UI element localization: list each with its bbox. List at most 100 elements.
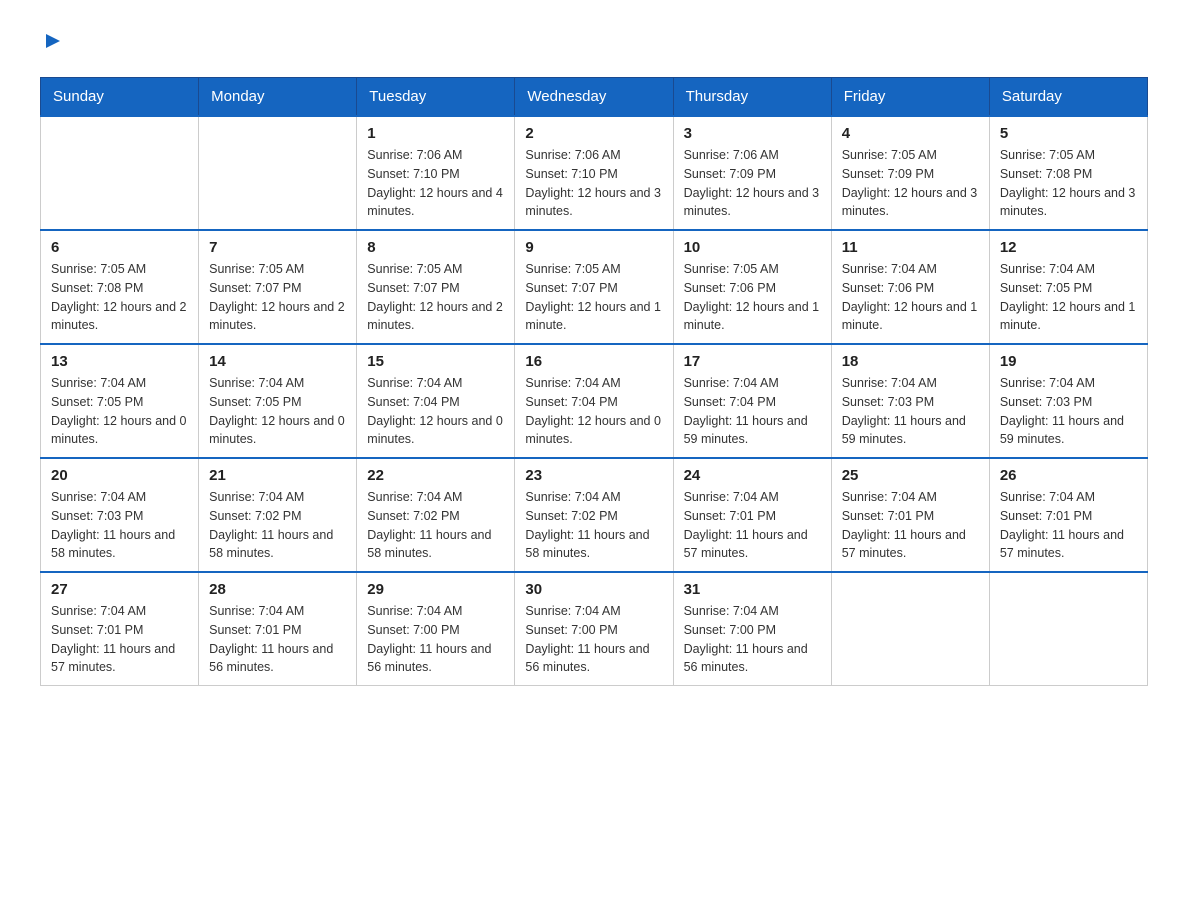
week-row-5: 27 Sunrise: 7:04 AMSunset: 7:01 PMDayligh… xyxy=(41,572,1148,686)
day-cell: 19 Sunrise: 7:04 AMSunset: 7:03 PMDayligh… xyxy=(989,344,1147,458)
day-cell: 26 Sunrise: 7:04 AMSunset: 7:01 PMDayligh… xyxy=(989,458,1147,572)
day-number: 23 xyxy=(525,467,662,484)
day-detail: Sunrise: 7:04 AMSunset: 7:04 PMDaylight:… xyxy=(684,374,821,449)
day-number: 26 xyxy=(1000,467,1137,484)
day-detail: Sunrise: 7:04 AMSunset: 7:06 PMDaylight:… xyxy=(842,260,979,335)
day-cell: 2 Sunrise: 7:06 AMSunset: 7:10 PMDaylight… xyxy=(515,116,673,230)
day-cell: 20 Sunrise: 7:04 AMSunset: 7:03 PMDayligh… xyxy=(41,458,199,572)
header-sunday: Sunday xyxy=(41,78,199,117)
calendar-table: SundayMondayTuesdayWednesdayThursdayFrid… xyxy=(40,77,1148,686)
day-number: 9 xyxy=(525,239,662,256)
day-cell: 5 Sunrise: 7:05 AMSunset: 7:08 PMDaylight… xyxy=(989,116,1147,230)
day-number: 13 xyxy=(51,353,188,370)
day-detail: Sunrise: 7:04 AMSunset: 7:05 PMDaylight:… xyxy=(209,374,346,449)
day-number: 8 xyxy=(367,239,504,256)
day-number: 12 xyxy=(1000,239,1137,256)
day-detail: Sunrise: 7:04 AMSunset: 7:00 PMDaylight:… xyxy=(525,602,662,677)
day-cell: 16Sunrise: 7:04 AMSunset: 7:04 PMDayligh… xyxy=(515,344,673,458)
day-detail: Sunrise: 7:04 AMSunset: 7:01 PMDaylight:… xyxy=(1000,488,1137,563)
week-row-2: 6 Sunrise: 7:05 AMSunset: 7:08 PMDaylight… xyxy=(41,230,1148,344)
day-cell xyxy=(199,116,357,230)
day-detail: Sunrise: 7:04 AMSunset: 7:05 PMDaylight:… xyxy=(51,374,188,449)
day-cell: 29 Sunrise: 7:04 AMSunset: 7:00 PMDayligh… xyxy=(357,572,515,686)
logo xyxy=(40,30,64,57)
day-detail: Sunrise: 7:04 AMSunset: 7:01 PMDaylight:… xyxy=(51,602,188,677)
day-cell: 25 Sunrise: 7:04 AMSunset: 7:01 PMDayligh… xyxy=(831,458,989,572)
day-detail: Sunrise: 7:05 AMSunset: 7:08 PMDaylight:… xyxy=(1000,146,1137,221)
day-detail: Sunrise: 7:06 AMSunset: 7:10 PMDaylight:… xyxy=(525,146,662,221)
day-number: 3 xyxy=(684,125,821,142)
week-row-3: 13 Sunrise: 7:04 AMSunset: 7:05 PMDayligh… xyxy=(41,344,1148,458)
day-number: 6 xyxy=(51,239,188,256)
day-cell xyxy=(989,572,1147,686)
day-detail: Sunrise: 7:05 AMSunset: 7:09 PMDaylight:… xyxy=(842,146,979,221)
day-detail: Sunrise: 7:04 AMSunset: 7:04 PMDaylight:… xyxy=(525,374,662,449)
header-saturday: Saturday xyxy=(989,78,1147,117)
day-number: 2 xyxy=(525,125,662,142)
header-wednesday: Wednesday xyxy=(515,78,673,117)
day-cell: 4 Sunrise: 7:05 AMSunset: 7:09 PMDaylight… xyxy=(831,116,989,230)
day-cell: 14Sunrise: 7:04 AMSunset: 7:05 PMDayligh… xyxy=(199,344,357,458)
day-number: 21 xyxy=(209,467,346,484)
calendar-header-row: SundayMondayTuesdayWednesdayThursdayFrid… xyxy=(41,78,1148,117)
header-monday: Monday xyxy=(199,78,357,117)
day-detail: Sunrise: 7:04 AMSunset: 7:05 PMDaylight:… xyxy=(1000,260,1137,335)
day-number: 27 xyxy=(51,581,188,598)
day-detail: Sunrise: 7:04 AMSunset: 7:02 PMDaylight:… xyxy=(209,488,346,563)
day-detail: Sunrise: 7:04 AMSunset: 7:01 PMDaylight:… xyxy=(842,488,979,563)
day-number: 31 xyxy=(684,581,821,598)
day-number: 29 xyxy=(367,581,504,598)
day-number: 7 xyxy=(209,239,346,256)
day-cell: 3 Sunrise: 7:06 AMSunset: 7:09 PMDaylight… xyxy=(673,116,831,230)
week-row-1: 1 Sunrise: 7:06 AMSunset: 7:10 PMDaylight… xyxy=(41,116,1148,230)
day-detail: Sunrise: 7:04 AMSunset: 7:02 PMDaylight:… xyxy=(525,488,662,563)
day-number: 20 xyxy=(51,467,188,484)
day-number: 11 xyxy=(842,239,979,256)
day-cell: 24 Sunrise: 7:04 AMSunset: 7:01 PMDayligh… xyxy=(673,458,831,572)
header-tuesday: Tuesday xyxy=(357,78,515,117)
day-cell: 23 Sunrise: 7:04 AMSunset: 7:02 PMDayligh… xyxy=(515,458,673,572)
day-detail: Sunrise: 7:04 AMSunset: 7:04 PMDaylight:… xyxy=(367,374,504,449)
day-detail: Sunrise: 7:04 AMSunset: 7:03 PMDaylight:… xyxy=(842,374,979,449)
day-detail: Sunrise: 7:05 AMSunset: 7:06 PMDaylight:… xyxy=(684,260,821,335)
day-detail: Sunrise: 7:05 AMSunset: 7:08 PMDaylight:… xyxy=(51,260,188,335)
day-cell: 28 Sunrise: 7:04 AMSunset: 7:01 PMDayligh… xyxy=(199,572,357,686)
day-number: 19 xyxy=(1000,353,1137,370)
day-detail: Sunrise: 7:04 AMSunset: 7:02 PMDaylight:… xyxy=(367,488,504,563)
header-friday: Friday xyxy=(831,78,989,117)
week-row-4: 20 Sunrise: 7:04 AMSunset: 7:03 PMDayligh… xyxy=(41,458,1148,572)
day-number: 17 xyxy=(684,353,821,370)
day-number: 22 xyxy=(367,467,504,484)
day-cell: 10Sunrise: 7:05 AMSunset: 7:06 PMDayligh… xyxy=(673,230,831,344)
day-number: 15 xyxy=(367,353,504,370)
day-cell: 8Sunrise: 7:05 AMSunset: 7:07 PMDaylight… xyxy=(357,230,515,344)
day-number: 30 xyxy=(525,581,662,598)
day-cell: 1Sunrise: 7:06 AMSunset: 7:10 PMDaylight… xyxy=(357,116,515,230)
day-number: 5 xyxy=(1000,125,1137,142)
day-detail: Sunrise: 7:04 AMSunset: 7:01 PMDaylight:… xyxy=(684,488,821,563)
day-number: 18 xyxy=(842,353,979,370)
day-number: 24 xyxy=(684,467,821,484)
header-thursday: Thursday xyxy=(673,78,831,117)
day-cell: 11 Sunrise: 7:04 AMSunset: 7:06 PMDayligh… xyxy=(831,230,989,344)
page-header xyxy=(40,30,1148,57)
day-number: 28 xyxy=(209,581,346,598)
day-cell: 27 Sunrise: 7:04 AMSunset: 7:01 PMDayligh… xyxy=(41,572,199,686)
day-number: 1 xyxy=(367,125,504,142)
day-cell: 30 Sunrise: 7:04 AMSunset: 7:00 PMDayligh… xyxy=(515,572,673,686)
day-number: 4 xyxy=(842,125,979,142)
day-detail: Sunrise: 7:04 AMSunset: 7:03 PMDaylight:… xyxy=(1000,374,1137,449)
day-detail: Sunrise: 7:05 AMSunset: 7:07 PMDaylight:… xyxy=(525,260,662,335)
logo-arrow-icon xyxy=(42,30,64,52)
day-detail: Sunrise: 7:04 AMSunset: 7:01 PMDaylight:… xyxy=(209,602,346,677)
day-cell: 17 Sunrise: 7:04 AMSunset: 7:04 PMDayligh… xyxy=(673,344,831,458)
day-detail: Sunrise: 7:06 AMSunset: 7:09 PMDaylight:… xyxy=(684,146,821,221)
day-detail: Sunrise: 7:04 AMSunset: 7:00 PMDaylight:… xyxy=(684,602,821,677)
day-detail: Sunrise: 7:04 AMSunset: 7:03 PMDaylight:… xyxy=(51,488,188,563)
day-cell: 15 Sunrise: 7:04 AMSunset: 7:04 PMDayligh… xyxy=(357,344,515,458)
day-cell: 13 Sunrise: 7:04 AMSunset: 7:05 PMDayligh… xyxy=(41,344,199,458)
day-number: 25 xyxy=(842,467,979,484)
day-cell: 21 Sunrise: 7:04 AMSunset: 7:02 PMDayligh… xyxy=(199,458,357,572)
day-detail: Sunrise: 7:04 AMSunset: 7:00 PMDaylight:… xyxy=(367,602,504,677)
day-cell: 6 Sunrise: 7:05 AMSunset: 7:08 PMDaylight… xyxy=(41,230,199,344)
